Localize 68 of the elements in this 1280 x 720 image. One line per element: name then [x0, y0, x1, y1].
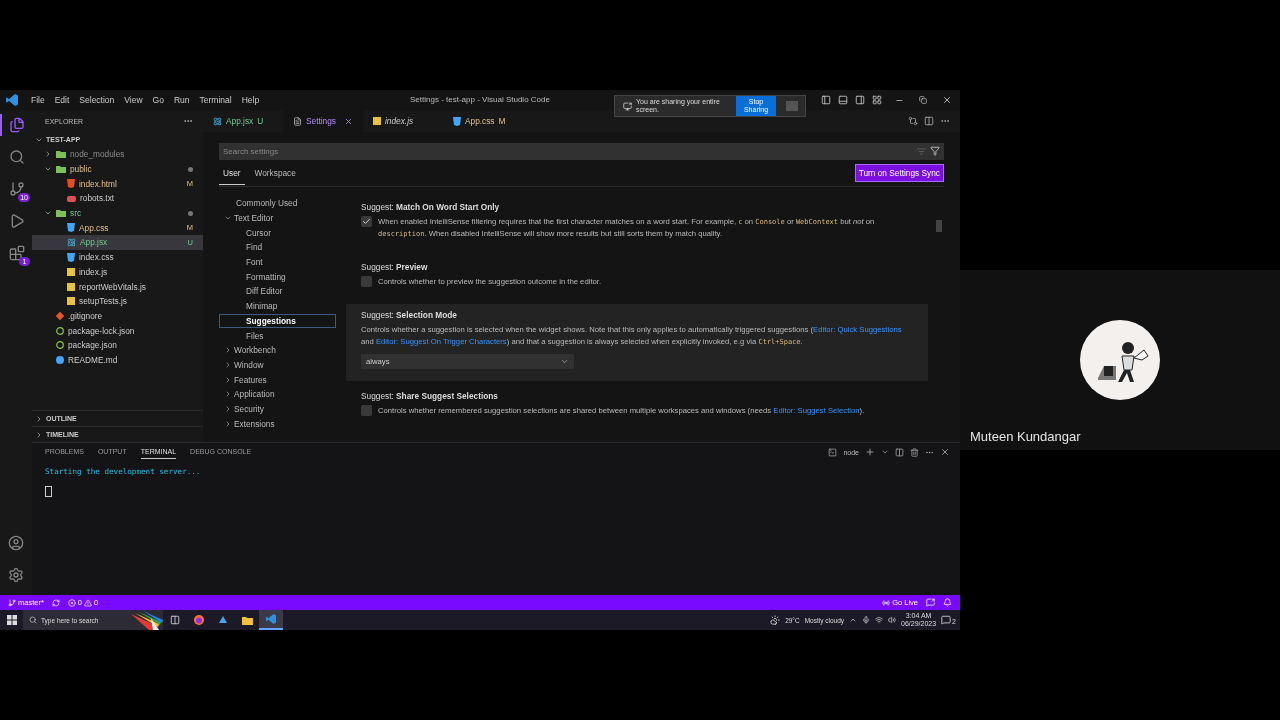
- editor-tab[interactable]: Settings: [283, 110, 363, 132]
- settings-sync-button[interactable]: Turn on Settings Sync: [854, 164, 944, 182]
- file-tree-item[interactable]: public: [32, 161, 203, 177]
- file-tree-item[interactable]: .gitignore: [32, 308, 203, 324]
- setting-title: Suggest: Selection Mode: [361, 310, 458, 320]
- file-tree-item[interactable]: setupTests.js: [32, 293, 203, 309]
- file-tree-item[interactable]: package.json: [32, 337, 203, 353]
- settings-toc-item[interactable]: Formatting: [219, 269, 336, 285]
- file-name: README.md: [68, 354, 118, 365]
- settings-toc-item[interactable]: Minimap: [219, 298, 336, 314]
- file-name: index.html: [79, 178, 117, 189]
- file-tree-item[interactable]: node_modules: [32, 147, 203, 162]
- file-tree-item[interactable]: robots.txt: [32, 191, 203, 206]
- tab-label: App.css: [465, 116, 495, 126]
- file-tree-item[interactable]: index.css: [32, 249, 203, 265]
- settings-toc-item[interactable]: Application: [219, 386, 336, 402]
- settings-toc-item[interactable]: Security: [219, 401, 336, 417]
- file-tree-item[interactable]: src: [32, 205, 203, 221]
- file-tree-item[interactable]: README.md: [32, 352, 203, 368]
- settings-toc-item[interactable]: Diff Editor: [219, 284, 336, 299]
- file-name: package.json: [68, 340, 117, 351]
- menu-item[interactable]: File: [26, 95, 50, 105]
- settings-toc-item[interactable]: Cursor: [219, 225, 336, 241]
- file-tree-item[interactable]: reportWebVitals.js: [32, 279, 203, 294]
- file-name: package-lock.json: [68, 325, 135, 336]
- menu-item[interactable]: Go: [147, 95, 169, 105]
- setting-title: Suggest: Share Suggest Selections: [361, 391, 499, 401]
- file-name: .gitignore: [68, 310, 103, 321]
- search-field[interactable]: Search settings: [219, 143, 944, 160]
- tab-label: App.jsx: [226, 116, 254, 126]
- git-status-label: M: [498, 116, 506, 126]
- window-title: Settings - test-app - Visual Studio Code: [410, 95, 550, 104]
- menu-item[interactable]: Selection: [74, 95, 120, 105]
- file-name: index.css: [79, 252, 114, 263]
- menu-item[interactable]: View: [119, 95, 148, 105]
- setting-title: Suggest: Preview: [361, 262, 429, 272]
- settings-toc-item[interactable]: Files: [219, 328, 336, 343]
- scope-tab[interactable]: User: [219, 161, 245, 185]
- file-tree-item[interactable]: package-lock.json: [32, 323, 203, 338]
- settings-toc-item[interactable]: Workbench: [219, 342, 336, 358]
- scope-tab[interactable]: Workspace: [250, 161, 300, 185]
- file-name: reportWebVitals.js: [79, 281, 147, 292]
- setting-title: Suggest: Match On Word Start Only: [361, 202, 501, 212]
- file-name: App.css: [79, 222, 109, 233]
- file-name: src: [70, 208, 82, 219]
- settings-toc-item[interactable]: Find: [219, 240, 336, 255]
- file-tree-item[interactable]: index.js: [32, 264, 203, 280]
- settings-toc-item[interactable]: Suggestions: [219, 313, 336, 329]
- file-name: App.jsx: [80, 237, 108, 248]
- menu-item[interactable]: Edit: [49, 95, 75, 105]
- menu-item[interactable]: Help: [236, 95, 265, 105]
- file-name: node_modules: [70, 149, 125, 160]
- settings-toc-item[interactable]: Text Editor: [219, 210, 336, 226]
- settings-toc-item[interactable]: Commonly Used: [219, 196, 336, 211]
- tab-label: index.js: [385, 116, 414, 126]
- settings-toc-item[interactable]: Features: [219, 372, 336, 387]
- participant-name: Muteen Kundangar: [970, 429, 1081, 444]
- settings-toc-item[interactable]: Font: [219, 254, 336, 270]
- file-name: setupTests.js: [79, 296, 127, 307]
- settings-toc-item[interactable]: Extensions: [219, 416, 336, 431]
- menu-item[interactable]: Terminal: [194, 95, 237, 105]
- file-name: index.js: [79, 266, 108, 277]
- settings-toc-item[interactable]: Window: [219, 357, 336, 373]
- file-name: robots.txt: [80, 193, 115, 204]
- tab-label: Settings: [306, 116, 336, 126]
- menu-item[interactable]: Run: [168, 95, 195, 105]
- git-status-label: U: [257, 116, 264, 126]
- file-name: public: [70, 164, 92, 175]
